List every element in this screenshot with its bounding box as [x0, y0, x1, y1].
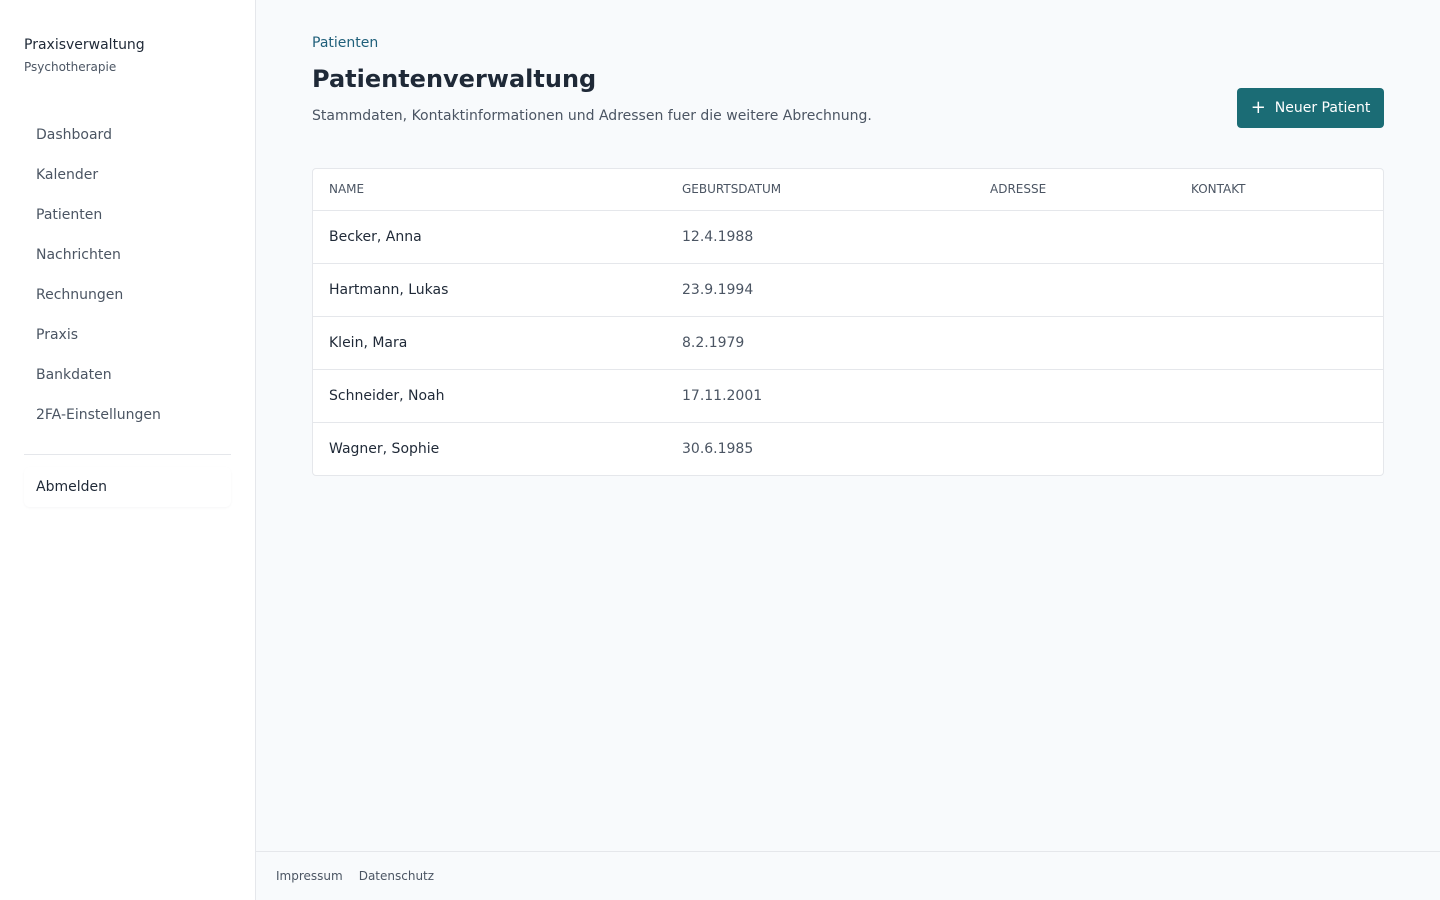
patient-birthdate: 8.2.1979 — [666, 316, 974, 370]
table-row[interactable]: Wagner, Sophie 30.6.1985 — [313, 422, 1383, 475]
patient-contact — [1175, 316, 1383, 370]
table-header-row: NAME GEBURTSDATUM ADRESSE KONTAKT — [313, 169, 1383, 211]
new-patient-button-label: Neuer Patient — [1274, 100, 1371, 116]
sidebar-item-nachrichten[interactable]: Nachrichten — [24, 235, 231, 275]
patient-birthdate: 17.11.2001 — [666, 369, 974, 423]
sidebar-item-2fa-einstellungen[interactable]: 2FA-Einstellungen — [24, 395, 231, 435]
column-header-geburtsdatum: GEBURTSDATUM — [666, 169, 974, 211]
patient-address — [974, 369, 1175, 423]
patient-birthdate: 12.4.1988 — [666, 210, 974, 264]
patient-birthdate: 30.6.1985 — [682, 440, 754, 457]
patient-contact — [1175, 369, 1383, 423]
breadcrumb[interactable]: Patienten — [312, 35, 378, 51]
footer-link-datenschutz[interactable]: Datenschutz — [359, 869, 434, 883]
patient-name: Schneider, Noah — [313, 369, 666, 423]
patients-table-card: NAME GEBURTSDATUM ADRESSE KONTAKT Becker… — [312, 168, 1384, 476]
patient-contact — [1175, 422, 1383, 475]
new-patient-button[interactable]: + Neuer Patient — [1237, 88, 1384, 128]
column-header-adresse: ADRESSE — [974, 169, 1175, 211]
main-area: Patienten Patientenverwaltung Stammdaten… — [256, 0, 1440, 900]
table-row[interactable]: Becker, Anna 12.4.1988 — [313, 210, 1383, 264]
patient-name: Hartmann, Lukas — [313, 263, 666, 317]
patient-name: Becker, Anna — [313, 210, 666, 264]
patients-table: NAME GEBURTSDATUM ADRESSE KONTAKT Becker… — [313, 169, 1383, 475]
page-title: Patientenverwaltung — [312, 65, 597, 93]
patient-contact — [1175, 210, 1383, 264]
column-header-name: NAME — [313, 169, 666, 211]
table-row[interactable]: Schneider, Noah 17.11.2001 — [313, 369, 1383, 423]
logout-button[interactable]: Abmelden — [24, 467, 231, 507]
table-row[interactable]: Klein, Mara 8.2.1979 — [313, 316, 1383, 370]
patient-address — [974, 422, 1175, 475]
sidebar-nav: Dashboard Kalender Patienten Nachrichten… — [24, 115, 231, 435]
table-row[interactable]: Hartmann, Lukas 23.9.1994 — [313, 263, 1383, 317]
column-header-kontakt: KONTAKT — [1175, 169, 1383, 211]
sidebar-divider — [24, 454, 231, 455]
sidebar-item-kalender[interactable]: Kalender — [24, 155, 231, 195]
brand-title: Praxisverwaltung — [24, 37, 145, 53]
plus-icon: + — [1250, 97, 1266, 118]
sidebar-item-patienten[interactable]: Patienten — [24, 195, 231, 235]
patient-name: Wagner, Sophie — [329, 440, 440, 457]
patient-name: Klein, Mara — [313, 316, 666, 370]
sidebar: Praxisverwaltung Psychotherapie Dashboar… — [0, 0, 256, 900]
sidebar-item-rechnungen[interactable]: Rechnungen — [24, 275, 231, 315]
patient-contact — [1175, 263, 1383, 317]
sidebar-item-bankdaten[interactable]: Bankdaten — [24, 355, 231, 395]
sidebar-item-praxis[interactable]: Praxis — [24, 315, 231, 355]
patient-address — [974, 263, 1175, 317]
sidebar-item-dashboard[interactable]: Dashboard — [24, 115, 231, 155]
main-content: Patienten Patientenverwaltung Stammdaten… — [256, 0, 1440, 851]
footer-link-impressum[interactable]: Impressum — [276, 869, 343, 883]
patient-address — [974, 316, 1175, 370]
patient-address — [974, 210, 1175, 264]
patient-birthdate: 23.9.1994 — [666, 263, 974, 317]
brand-subtitle: Psychotherapie — [24, 60, 117, 74]
page-description: Stammdaten, Kontaktinformationen und Adr… — [312, 108, 872, 124]
footer: Impressum Datenschutz — [256, 851, 1440, 900]
app-root: Praxisverwaltung Psychotherapie Dashboar… — [0, 0, 1440, 900]
